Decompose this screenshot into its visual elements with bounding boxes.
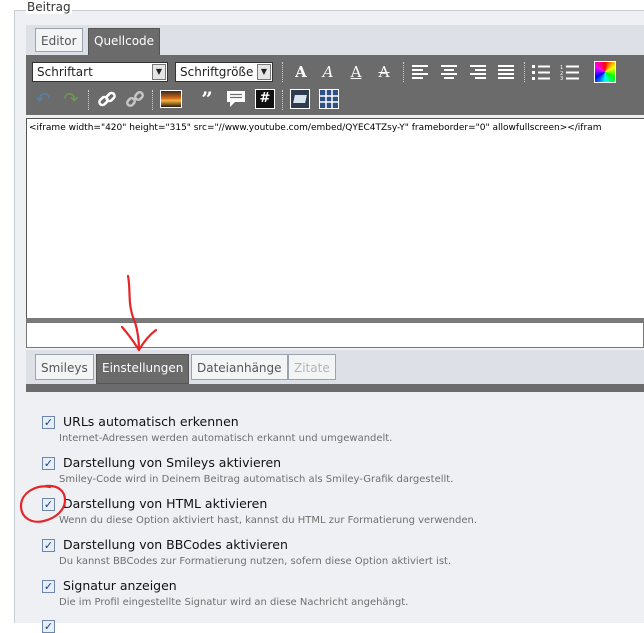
annotation-circle bbox=[19, 484, 67, 523]
red-annotation-marks bbox=[19, 274, 158, 523]
annotation-arrow-shaft bbox=[126, 274, 141, 352]
